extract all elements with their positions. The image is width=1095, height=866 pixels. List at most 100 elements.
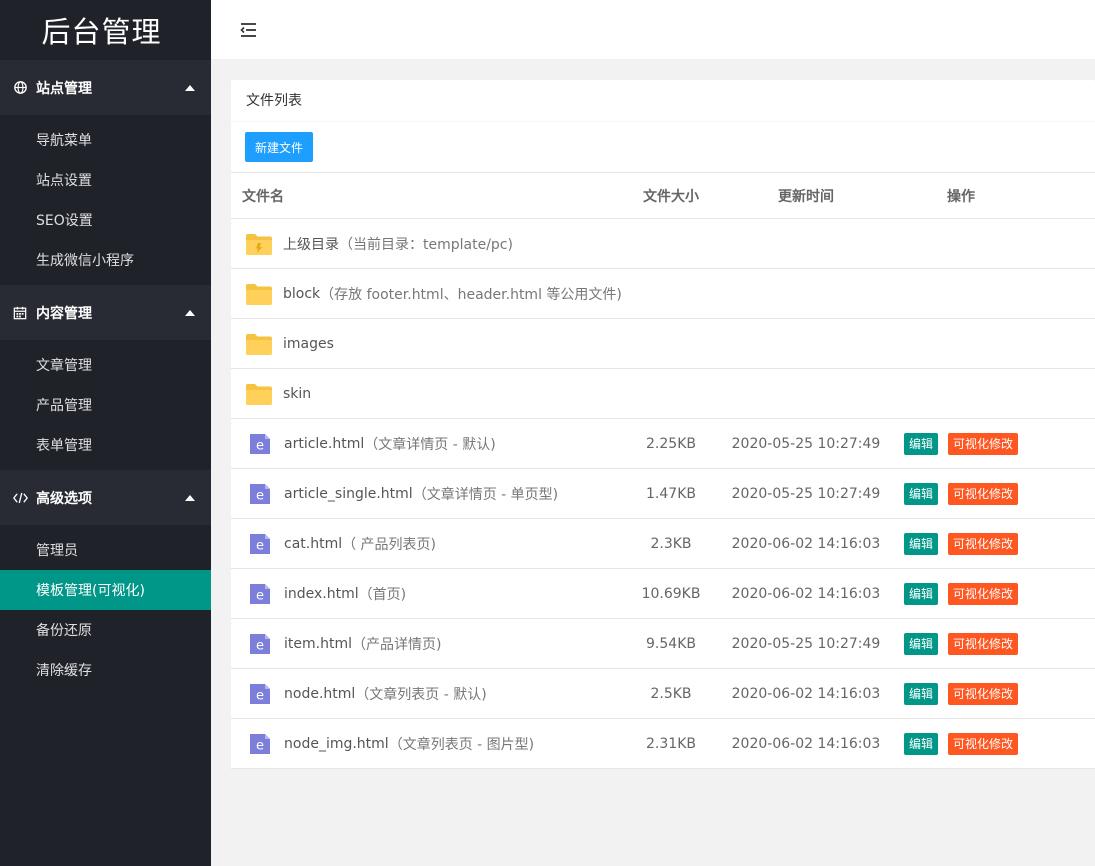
nav-group-content[interactable]: 内容管理 bbox=[0, 285, 211, 340]
svg-text:e: e bbox=[256, 438, 264, 453]
nav-sub-content: 文章管理 产品管理 表单管理 bbox=[0, 340, 211, 470]
file-table: 文件名 文件大小 更新时间 操作 上级目录 （当前目录：template/pc) b… bbox=[231, 172, 1095, 769]
edit-button[interactable]: 编辑 bbox=[903, 732, 938, 755]
file-name-cell: e item.html （产品详情页) bbox=[231, 632, 621, 656]
file-name-cell: e cat.html （ 产品列表页) bbox=[231, 532, 621, 556]
file-actions: 编辑 可视化修改 bbox=[891, 682, 1031, 705]
globe-icon bbox=[12, 80, 28, 96]
file-name-link[interactable]: node_img.html bbox=[284, 736, 389, 752]
table-row: images bbox=[231, 319, 1095, 369]
file-updated-time: 2020-05-25 10:27:49 bbox=[731, 485, 881, 502]
col-header-name: 文件名 bbox=[242, 188, 284, 205]
visual-edit-button[interactable]: 可视化修改 bbox=[948, 532, 1019, 555]
file-name-link[interactable]: article_single.html bbox=[284, 486, 413, 502]
table-header: 文件名 文件大小 更新时间 操作 bbox=[231, 172, 1095, 219]
file-size: 2.3KB bbox=[650, 535, 692, 552]
edit-button[interactable]: 编辑 bbox=[903, 682, 938, 705]
file-updated-time: 2020-06-02 14:16:03 bbox=[731, 685, 881, 702]
visual-edit-button[interactable]: 可视化修改 bbox=[948, 582, 1019, 605]
menu-toggle-icon[interactable] bbox=[239, 20, 259, 40]
file-updated-time: 2020-06-02 14:16:03 bbox=[731, 535, 881, 552]
folder-name-link[interactable]: block bbox=[283, 286, 320, 302]
file-note: （文章详情页 - 默认) bbox=[364, 436, 496, 453]
svg-text:e: e bbox=[256, 588, 264, 603]
table-row: 上级目录 （当前目录：template/pc) bbox=[231, 219, 1095, 269]
nav-group-site[interactable]: 站点管理 bbox=[0, 60, 211, 115]
file-actions: 编辑 可视化修改 bbox=[891, 432, 1031, 455]
table-row: e cat.html （ 产品列表页) 2.3KB 2020-06-02 14:16:0… bbox=[231, 519, 1095, 569]
visual-edit-button[interactable]: 可视化修改 bbox=[948, 682, 1019, 705]
table-row: e article_single.html （文章详情页 - 单页型) 1.47KB 2… bbox=[231, 469, 1095, 519]
new-file-button[interactable]: 新建文件 bbox=[245, 132, 314, 162]
logo: 后台管理 bbox=[0, 0, 211, 60]
visual-edit-button[interactable]: 可视化修改 bbox=[948, 482, 1019, 505]
caret-up-icon bbox=[185, 84, 195, 91]
file-size: 1.47KB bbox=[646, 485, 696, 502]
file-name-link[interactable]: node.html bbox=[284, 686, 355, 702]
file-list-card: 文件列表 新建文件 文件名 文件大小 更新时间 操作 上级目录 （当前目录：tem… bbox=[231, 80, 1095, 769]
folder-icon bbox=[245, 332, 273, 356]
nav-group-advanced[interactable]: 高级选项 bbox=[0, 470, 211, 525]
edit-button[interactable]: 编辑 bbox=[903, 432, 938, 455]
edit-button[interactable]: 编辑 bbox=[903, 532, 938, 555]
sidebar-item-articles[interactable]: 文章管理 bbox=[0, 345, 211, 385]
file-updated-time: 2020-06-02 14:16:03 bbox=[731, 735, 881, 752]
card-title: 文件列表 bbox=[231, 80, 1095, 122]
sidebar-item-clear-cache[interactable]: 清除缓存 bbox=[0, 650, 211, 690]
table-row: e item.html （产品详情页) 9.54KB 2020-05-25 10:27:… bbox=[231, 619, 1095, 669]
nav-group-label: 内容管理 bbox=[36, 305, 92, 322]
calendar-icon bbox=[12, 305, 28, 321]
parent-folder-icon bbox=[245, 232, 273, 256]
file-name-link[interactable]: article.html bbox=[284, 436, 364, 452]
file-note: （文章列表页 - 图片型) bbox=[388, 736, 535, 753]
file-name-cell: e node_img.html （文章列表页 - 图片型) bbox=[231, 732, 621, 756]
sidebar-item-templates[interactable]: 模板管理(可视化) bbox=[0, 570, 211, 610]
file-name-link[interactable]: item.html bbox=[284, 636, 352, 652]
html-file-icon: e bbox=[248, 682, 272, 706]
table-row: e article.html （文章详情页 - 默认) 2.25KB 2020-05-2… bbox=[231, 419, 1095, 469]
file-note: （ 产品列表页) bbox=[342, 536, 437, 553]
sidebar-item-admins[interactable]: 管理员 bbox=[0, 530, 211, 570]
table-row: skin bbox=[231, 369, 1095, 419]
sidebar-item-wechat-app[interactable]: 生成微信小程序 bbox=[0, 240, 211, 280]
folder-name-link[interactable]: skin bbox=[283, 386, 311, 402]
html-file-icon: e bbox=[248, 482, 272, 506]
sidebar-item-backup[interactable]: 备份还原 bbox=[0, 610, 211, 650]
file-name-cell: images bbox=[231, 332, 621, 356]
svg-text:e: e bbox=[256, 638, 264, 653]
col-header-time: 更新时间 bbox=[778, 188, 834, 205]
file-note: （当前目录：template/pc) bbox=[339, 236, 513, 253]
sidebar-item-forms[interactable]: 表单管理 bbox=[0, 425, 211, 465]
visual-edit-button[interactable]: 可视化修改 bbox=[948, 632, 1019, 655]
edit-button[interactable]: 编辑 bbox=[903, 582, 938, 605]
file-name-link[interactable]: cat.html bbox=[284, 536, 342, 552]
file-name-cell: skin bbox=[231, 382, 621, 406]
file-size: 2.5KB bbox=[650, 685, 692, 702]
folder-name-link[interactable]: 上级目录 bbox=[283, 234, 339, 254]
svg-text:e: e bbox=[256, 738, 264, 753]
file-note: （文章详情页 - 单页型) bbox=[412, 486, 559, 503]
sidebar-item-products[interactable]: 产品管理 bbox=[0, 385, 211, 425]
edit-button[interactable]: 编辑 bbox=[903, 482, 938, 505]
sidebar-item-site-settings[interactable]: 站点设置 bbox=[0, 160, 211, 200]
visual-edit-button[interactable]: 可视化修改 bbox=[948, 732, 1019, 755]
nav-group-label: 站点管理 bbox=[36, 80, 92, 97]
table-body: 上级目录 （当前目录：template/pc) block （存放 footer.ht… bbox=[231, 219, 1095, 769]
table-row: block （存放 footer.html、header.html 等公用文件) bbox=[231, 269, 1095, 319]
visual-edit-button[interactable]: 可视化修改 bbox=[948, 432, 1019, 455]
file-name-cell: block （存放 footer.html、header.html 等公用文件) bbox=[231, 282, 622, 306]
edit-button[interactable]: 编辑 bbox=[903, 632, 938, 655]
file-name-link[interactable]: index.html bbox=[284, 586, 359, 602]
html-file-icon: e bbox=[248, 432, 272, 456]
svg-text:e: e bbox=[256, 538, 264, 553]
file-size: 2.25KB bbox=[646, 435, 696, 452]
col-header-ops: 操作 bbox=[947, 188, 975, 205]
table-row: e node.html （文章列表页 - 默认) 2.5KB 2020-06-02 14… bbox=[231, 669, 1095, 719]
file-updated-time: 2020-05-25 10:27:49 bbox=[731, 435, 881, 452]
sidebar-item-nav-menu[interactable]: 导航菜单 bbox=[0, 120, 211, 160]
nav-group-label: 高级选项 bbox=[36, 490, 92, 507]
svg-text:e: e bbox=[256, 488, 264, 503]
folder-icon bbox=[245, 282, 273, 306]
sidebar-item-seo[interactable]: SEO设置 bbox=[0, 200, 211, 240]
folder-name-link[interactable]: images bbox=[283, 336, 334, 352]
